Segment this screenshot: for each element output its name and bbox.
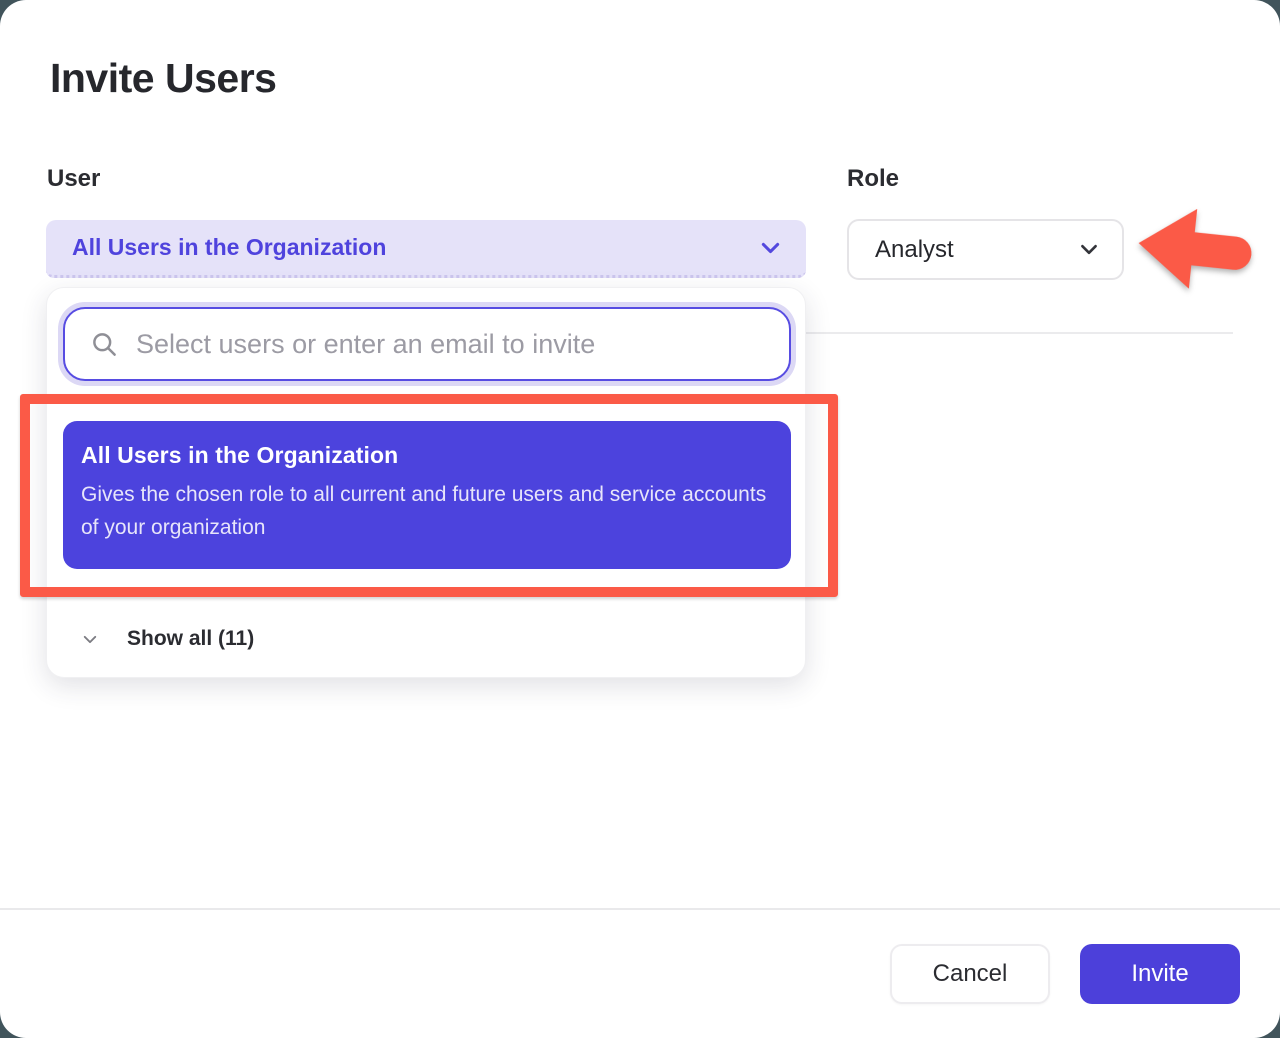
arrow-left-annotation-icon — [1132, 200, 1258, 298]
screen: { "dialog": { "title": "Invite Users", "… — [0, 0, 1280, 1038]
chevron-down-icon — [1080, 244, 1098, 255]
cancel-button[interactable]: Cancel — [890, 944, 1050, 1004]
footer-divider — [0, 908, 1280, 910]
invite-button[interactable]: Invite — [1080, 944, 1240, 1004]
option-all-users[interactable]: All Users in the Organization Gives the … — [63, 421, 791, 569]
role-select-value: Analyst — [875, 236, 1080, 264]
user-select-trigger[interactable]: All Users in the Organization — [46, 220, 806, 278]
user-search-box — [63, 307, 791, 381]
user-dropdown-panel: All Users in the Organization Gives the … — [46, 287, 806, 678]
user-select-value: All Users in the Organization — [72, 234, 761, 261]
role-select-trigger[interactable]: Analyst — [847, 219, 1124, 280]
invite-users-dialog: Invite Users User Role All Users in the … — [0, 0, 1280, 1038]
option-title: All Users in the Organization — [81, 442, 773, 469]
page-title: Invite Users — [50, 55, 276, 102]
role-field-label: Role — [847, 165, 899, 193]
search-icon — [91, 331, 118, 358]
user-search-input[interactable] — [136, 329, 769, 360]
show-all-toggle[interactable]: Show all (11) — [83, 618, 254, 660]
chevron-down-icon — [83, 635, 97, 644]
show-all-label: Show all (11) — [127, 627, 254, 651]
user-field-label: User — [47, 165, 100, 193]
chevron-down-icon — [761, 242, 780, 254]
option-description: Gives the chosen role to all current and… — [81, 478, 771, 544]
